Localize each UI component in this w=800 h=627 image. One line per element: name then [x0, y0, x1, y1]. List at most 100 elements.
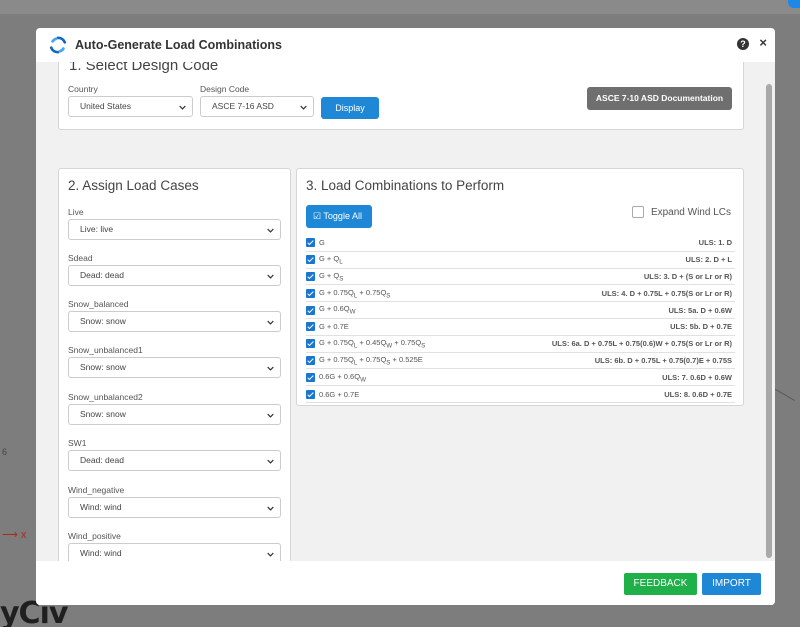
toggle-all-label: Toggle All — [323, 211, 362, 221]
combination-uls: ULS: 2. D + L — [685, 255, 732, 265]
feedback-button[interactable]: FEEDBACK — [624, 573, 697, 595]
load-case-select[interactable]: Snow: snow — [68, 357, 281, 378]
assign-load-cases-title: 2. Assign Load Cases — [68, 178, 199, 193]
load-case-label: Live — [68, 207, 84, 217]
chevron-down-icon — [267, 366, 274, 371]
combination-uls: ULS: 6a. D + 0.75L + 0.75(0.6)W + 0.75(S… — [551, 339, 732, 349]
combination-row: 0.6G + 0.7E ULS: 8. 0.6D + 0.7E — [306, 386, 735, 403]
combination-uls: ULS: 1. D — [698, 238, 732, 248]
combination-row: G + 0.75QL + 0.75QS + 0.525E ULS: 6b. D … — [306, 353, 735, 370]
combination-formula: G + 0.75QL + 0.75QS + 0.525E — [319, 354, 423, 367]
combination-uls: ULS: 4. D + 0.75L + 0.75(S or Lr or R) — [601, 288, 732, 298]
design-code-select[interactable]: ASCE 7-16 ASD — [200, 96, 314, 117]
chevron-down-icon — [267, 552, 274, 557]
design-code-select-value: ASCE 7-16 ASD — [212, 101, 274, 111]
combination-checkbox[interactable] — [306, 339, 315, 349]
combination-checkbox[interactable] — [306, 389, 315, 399]
app-logo-icon — [49, 36, 67, 54]
combination-row: G + 0.75QL + 0.75QS ULS: 4. D + 0.75L + … — [306, 285, 735, 303]
background-grid-number: 6 — [2, 447, 8, 457]
load-case-value: Snow: snow — [80, 362, 126, 372]
chevron-down-icon — [267, 274, 274, 279]
load-case-select[interactable]: Snow: snow — [68, 311, 281, 332]
modal-scrollbar[interactable] — [765, 62, 773, 561]
load-case-label: Snow_unbalanced2 — [68, 392, 143, 402]
load-case-value: Wind: wind — [80, 548, 122, 558]
assign-load-cases-panel: 2. Assign Load Cases Live Live: live Sde… — [58, 168, 291, 561]
combination-formula: 0.6G + 0.7E — [319, 389, 360, 399]
x-axis-indicator: ⟶ x — [2, 529, 27, 541]
chevron-down-icon — [267, 413, 274, 418]
combination-uls: ULS: 5b. D + 0.7E — [670, 322, 732, 332]
chevron-down-icon — [267, 320, 274, 325]
country-select-value: United States — [80, 101, 132, 111]
combination-uls: ULS: 5a. D + 0.6W — [668, 305, 732, 315]
load-case-value: Live: live — [80, 224, 114, 234]
load-case-label: Wind_positive — [68, 531, 121, 541]
combination-checkbox[interactable] — [306, 355, 315, 365]
modal-header: Auto-Generate Load Combinations ? × — [36, 28, 775, 62]
combination-checkbox[interactable] — [306, 255, 315, 265]
expand-wind-toggle[interactable]: Expand Wind LCs — [631, 206, 731, 218]
country-select[interactable]: United States — [68, 96, 193, 117]
chevron-down-icon — [267, 228, 274, 233]
chevron-down-icon — [300, 105, 307, 110]
design-code-panel: 1. Select Design Code Country United Sta… — [58, 62, 744, 130]
combination-checkbox[interactable] — [306, 372, 315, 382]
combination-checkbox[interactable] — [306, 238, 315, 248]
documentation-button[interactable]: ASCE 7-10 ASD Documentation — [587, 87, 732, 110]
load-combinations-title: 3. Load Combinations to Perform — [306, 178, 505, 193]
load-case-value: Dead: dead — [80, 455, 124, 465]
combination-list: G ULS: 1. D G + QL ULS: 2. D + L G + QS … — [306, 235, 735, 403]
combination-formula: G + 0.75QL + 0.45QW + 0.75QS — [319, 337, 426, 350]
combination-formula: G + QS — [319, 270, 344, 283]
load-case-label: Snow_balanced — [68, 299, 129, 309]
toggle-all-button[interactable]: ☑ Toggle All — [306, 205, 372, 228]
user-avatar[interactable] — [788, 0, 800, 8]
load-case-value: Dead: dead — [80, 270, 124, 280]
load-case-select[interactable]: Wind: wind — [68, 497, 281, 518]
load-case-select[interactable]: Dead: dead — [68, 265, 281, 286]
combination-row: 0.6G + 0.6QW ULS: 7. 0.6D + 0.6W — [306, 369, 735, 387]
import-button[interactable]: IMPORT — [702, 573, 761, 595]
load-case-value: Wind: wind — [80, 502, 122, 512]
combination-row: G + QL ULS: 2. D + L — [306, 252, 735, 269]
combination-formula: G + QL — [319, 253, 343, 266]
combination-checkbox[interactable] — [306, 322, 315, 332]
scrollbar-thumb[interactable] — [766, 84, 772, 558]
design-code-label: Design Code — [200, 84, 250, 94]
load-combinations-panel: 3. Load Combinations to Perform ☑ Toggle… — [296, 168, 744, 406]
country-label: Country — [68, 84, 98, 94]
x-axis-label: x — [20, 529, 27, 541]
combination-checkbox[interactable] — [306, 288, 315, 298]
load-case-label: Sdead — [68, 253, 93, 263]
help-icon[interactable]: ? — [737, 38, 749, 50]
combination-checkbox[interactable] — [306, 305, 315, 315]
chevron-down-icon — [267, 506, 274, 511]
load-case-select[interactable]: Wind: wind — [68, 543, 281, 561]
checkbox-icon: ☑ — [313, 211, 322, 221]
load-case-label: SW1 — [68, 438, 87, 448]
combination-row: G + 0.7E ULS: 5b. D + 0.7E — [306, 319, 735, 336]
modal-footer: FEEDBACK IMPORT — [36, 561, 775, 605]
combination-formula: G — [319, 238, 325, 248]
chevron-down-icon — [179, 105, 186, 110]
load-combinations-modal: Auto-Generate Load Combinations ? × 1. S… — [36, 28, 775, 605]
display-button[interactable]: Display — [321, 97, 379, 119]
combination-row: G + QS ULS: 3. D + (S or Lr or R) — [306, 269, 735, 286]
combination-row: G + 0.6QW ULS: 5a. D + 0.6W — [306, 302, 735, 319]
load-case-select[interactable]: Dead: dead — [68, 450, 281, 471]
load-case-select[interactable]: Live: live — [68, 219, 281, 240]
expand-wind-checkbox[interactable] — [631, 206, 644, 218]
combination-checkbox[interactable] — [306, 271, 315, 281]
combination-formula: G + 0.75QL + 0.75QS — [319, 287, 391, 300]
load-case-label: Snow_unbalanced1 — [68, 345, 143, 355]
load-case-select[interactable]: Snow: snow — [68, 404, 281, 425]
app-toolbar-backdrop — [0, 0, 800, 14]
chevron-down-icon — [267, 459, 274, 464]
modal-body: 1. Select Design Code Country United Sta… — [36, 62, 775, 561]
design-code-title: 1. Select Design Code — [69, 62, 219, 74]
close-icon[interactable]: × — [759, 35, 767, 50]
combination-row: G + 0.75QL + 0.45QW + 0.75QS ULS: 6a. D … — [306, 336, 735, 353]
combination-formula: 0.6G + 0.6QW — [319, 371, 366, 384]
